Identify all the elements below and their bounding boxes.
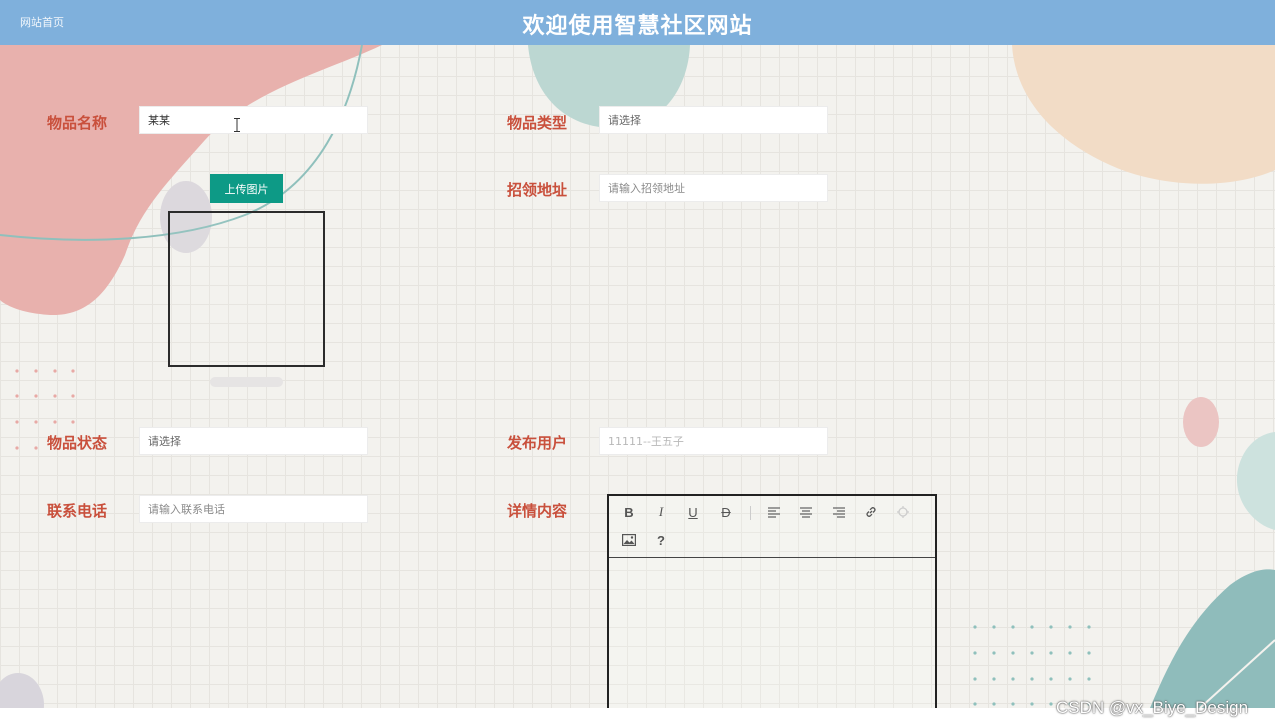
item-type-select[interactable]: 请选择: [599, 106, 828, 134]
details-label: 详情内容: [507, 502, 568, 520]
details-editor[interactable]: B I U D ?: [607, 494, 937, 724]
pickup-address-input[interactable]: [599, 174, 828, 202]
publisher-value: 11111--王五子: [608, 435, 684, 448]
image-preview-box: [168, 211, 325, 367]
site-title: 欢迎使用智慧社区网站: [522, 14, 753, 39]
item-status-placeholder: 请选择: [148, 435, 181, 448]
italic-icon[interactable]: I: [651, 502, 671, 522]
site-header: 网站首页 欢迎使用智慧社区网站: [0, 0, 1275, 45]
publisher-field: 11111--王五子: [599, 427, 828, 455]
upload-image-button[interactable]: 上传图片: [210, 174, 283, 203]
item-type-placeholder: 请选择: [608, 114, 641, 127]
align-center-icon[interactable]: [796, 502, 816, 522]
item-status-label: 物品状态: [47, 434, 108, 452]
help-icon[interactable]: ?: [651, 530, 671, 550]
item-name-input[interactable]: [139, 106, 368, 134]
item-status-select[interactable]: 请选择: [139, 427, 368, 455]
align-right-icon[interactable]: [829, 502, 849, 522]
item-name-label: 物品名称: [47, 114, 108, 132]
align-left-icon[interactable]: [764, 502, 784, 522]
strikethrough-icon[interactable]: D: [716, 502, 736, 522]
link-icon[interactable]: [861, 502, 881, 522]
image-icon[interactable]: [619, 530, 639, 550]
phone-label: 联系电话: [47, 502, 108, 520]
watermark-text: CSDN @vx_Biye_Design: [1056, 698, 1249, 717]
editor-toolbar: B I U D ?: [609, 496, 935, 558]
toolbar-separator: [750, 506, 751, 520]
editor-content-area[interactable]: [609, 558, 935, 723]
unlink-icon[interactable]: [893, 502, 913, 522]
phone-input[interactable]: [139, 495, 368, 523]
bold-icon[interactable]: B: [619, 502, 639, 522]
underline-icon[interactable]: U: [683, 502, 703, 522]
pickup-address-label: 招领地址: [507, 181, 568, 199]
publisher-label: 发布用户: [507, 434, 568, 452]
item-type-label: 物品类型: [507, 114, 568, 132]
